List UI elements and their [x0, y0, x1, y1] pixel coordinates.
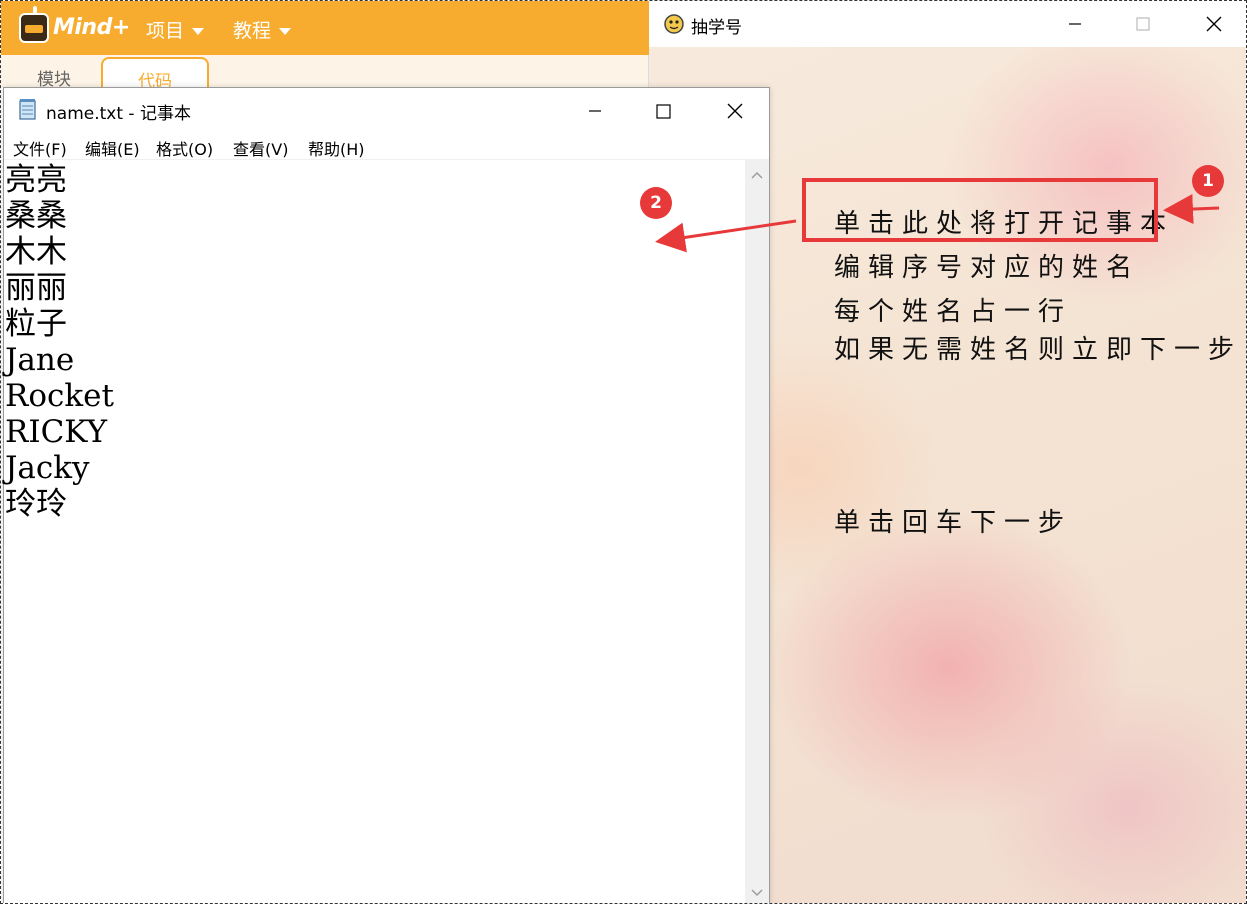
maximize-icon	[655, 103, 671, 119]
mind-plus-header: Mind+ 项目 教程	[1, 1, 649, 55]
text-line: 亮亮	[5, 162, 67, 198]
tab-code[interactable]: 代码	[101, 57, 209, 92]
text-line: 木木	[5, 234, 67, 270]
chevron-down-icon	[192, 28, 205, 35]
instruction-press-enter: 单击回车下一步	[834, 508, 1073, 538]
menu-view[interactable]: 查看(V)	[233, 136, 288, 160]
instruction-edit-names: 编辑序号对应的姓名	[834, 253, 1141, 283]
menu-project[interactable]: 项目	[146, 16, 205, 43]
text-line: RICKY	[5, 414, 108, 450]
instruction-skip-names: 如果无需姓名则立即下一步	[834, 335, 1243, 365]
notepad-icon	[19, 99, 36, 120]
minimize-icon	[1069, 23, 1081, 25]
maximize-icon	[1136, 17, 1150, 31]
pygame-snake-icon	[664, 14, 684, 34]
text-line: 桑桑	[5, 198, 67, 234]
notepad-minimize-button[interactable]	[572, 88, 618, 134]
mind-plus-tabbar: 模块 代码	[1, 55, 649, 92]
menu-project-label: 项目	[146, 20, 185, 42]
robot-logo-icon	[19, 6, 49, 43]
scroll-up-icon[interactable]	[751, 170, 763, 182]
text-line: 玲玲	[5, 486, 67, 522]
screen: Mind+ 项目 教程 模块 代码 抽学号 单击此处将打开记事本 编辑序号对应的…	[0, 0, 1247, 904]
text-line: 粒子	[5, 306, 67, 342]
chevron-down-icon	[279, 28, 292, 35]
game-window-title: 抽学号	[691, 18, 742, 38]
notepad-title: name.txt - 记事本	[46, 104, 191, 124]
notepad-maximize-button[interactable]	[640, 88, 686, 134]
highlight-box	[802, 178, 1158, 242]
mind-plus-logo[interactable]: Mind+	[19, 6, 130, 47]
notepad-close-button[interactable]	[712, 88, 758, 134]
menu-tutorial-label: 教程	[233, 20, 272, 42]
minimize-icon	[589, 110, 601, 112]
vertical-scrollbar[interactable]	[745, 160, 769, 903]
game-titlebar[interactable]: 抽学号	[649, 1, 1246, 47]
close-button[interactable]	[1191, 1, 1237, 47]
notepad-text-area[interactable]: 亮亮 桑桑 木木 丽丽 粒子 Jane Rocket RICKY Jacky 玲…	[4, 160, 745, 903]
step-badge-1: 1	[1192, 165, 1224, 197]
notepad-titlebar[interactable]: name.txt - 记事本	[4, 88, 769, 132]
menu-tutorial[interactable]: 教程	[233, 16, 292, 43]
menu-format[interactable]: 格式(O)	[156, 136, 213, 160]
maximize-button[interactable]	[1120, 1, 1166, 47]
instruction-one-per-line: 每个姓名占一行	[834, 297, 1073, 327]
close-icon	[1206, 16, 1222, 32]
notepad-menubar: 文件(F) 编辑(E) 格式(O) 查看(V) 帮助(H)	[4, 132, 769, 160]
scroll-down-icon[interactable]	[751, 886, 763, 898]
menu-edit[interactable]: 编辑(E)	[85, 136, 140, 160]
minimize-button[interactable]	[1052, 1, 1098, 47]
tab-blocks[interactable]: 模块	[9, 57, 99, 91]
text-line: Jane	[5, 342, 75, 378]
text-line: Jacky	[5, 450, 90, 486]
logo-text: Mind+	[53, 15, 130, 40]
text-line: Rocket	[5, 378, 114, 414]
text-line: 丽丽	[5, 270, 67, 306]
menu-file[interactable]: 文件(F)	[13, 136, 67, 160]
close-icon	[727, 103, 743, 119]
step-badge-2: 2	[640, 187, 672, 219]
menu-help[interactable]: 帮助(H)	[308, 136, 365, 160]
